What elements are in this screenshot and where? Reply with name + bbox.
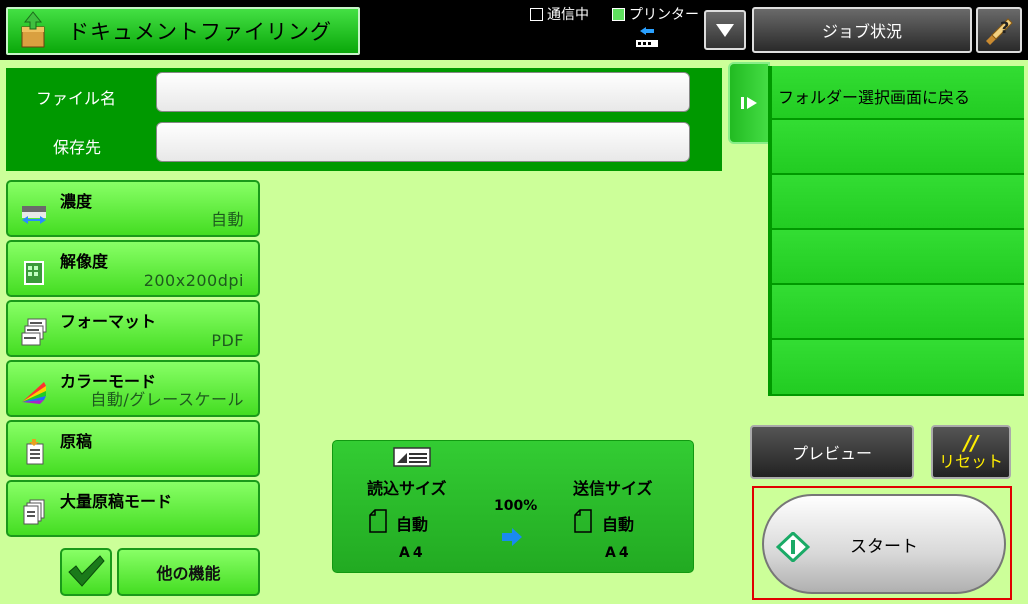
scan-size-label: 読込サイズ bbox=[367, 479, 447, 498]
help-button[interactable]: ? bbox=[976, 7, 1022, 53]
folder-row[interactable] bbox=[772, 340, 1024, 396]
printer-status-indicator bbox=[612, 7, 625, 21]
color-mode-icon bbox=[22, 382, 46, 404]
mass-original-label: 大量原稿モード bbox=[60, 492, 173, 511]
folder-row[interactable] bbox=[772, 175, 1024, 230]
job-status-button[interactable]: ジョブ状況 bbox=[752, 7, 972, 53]
folder-row[interactable] bbox=[772, 120, 1024, 175]
scale-ratio: 100% bbox=[494, 498, 538, 514]
app-title-bar: ドキュメントファイリング bbox=[6, 7, 360, 55]
preview-label: プレビュー bbox=[791, 444, 872, 463]
density-value: 自動 bbox=[210, 210, 244, 229]
triangle-down-icon bbox=[716, 24, 734, 37]
original-icon bbox=[26, 439, 44, 465]
mass-original-button[interactable]: 大量原稿モード bbox=[6, 480, 260, 537]
send-size-value: A4 bbox=[605, 545, 632, 561]
start-highlight-frame: スタート bbox=[752, 486, 1012, 600]
send-size-mode: 自動 bbox=[602, 515, 635, 534]
reset-button[interactable]: // リセット bbox=[931, 425, 1011, 479]
scan-paper-icon bbox=[369, 509, 387, 533]
scan-size-value: A4 bbox=[399, 545, 426, 561]
format-button[interactable]: フォーマット PDF bbox=[6, 300, 260, 357]
size-settings-button[interactable]: 読込サイズ 自動 A4 100% 送信サイズ 自動 A4 bbox=[332, 440, 694, 573]
help-icon: ? bbox=[986, 18, 1013, 45]
back-to-folder-select[interactable]: フォルダー選択画面に戻る bbox=[772, 66, 1024, 120]
send-size-label: 送信サイズ bbox=[573, 479, 653, 498]
original-label: 原稿 bbox=[60, 432, 93, 451]
reset-icon: // bbox=[963, 431, 979, 455]
document-filing-icon bbox=[16, 9, 60, 53]
comm-status-label: 通信中 bbox=[547, 7, 589, 23]
printer-status-label: プリンター bbox=[629, 7, 699, 23]
filename-label: ファイル名 bbox=[36, 89, 117, 108]
folder-panel-toggle[interactable] bbox=[728, 62, 770, 144]
status-dropdown-button[interactable] bbox=[704, 10, 746, 50]
format-label: フォーマット bbox=[60, 312, 157, 331]
density-label: 濃度 bbox=[60, 192, 93, 211]
destination-input[interactable] bbox=[156, 122, 690, 162]
play-icon bbox=[741, 97, 757, 109]
checkmark-icon bbox=[68, 555, 105, 587]
send-paper-icon bbox=[574, 509, 592, 533]
preview-button[interactable]: プレビュー bbox=[750, 425, 914, 479]
comm-status: 通信中 bbox=[530, 4, 589, 24]
color-mode-value: 自動/グレースケール bbox=[90, 390, 244, 409]
resolution-value: 200x200dpi bbox=[143, 271, 244, 290]
start-button[interactable]: スタート bbox=[762, 494, 1006, 594]
resolution-icon bbox=[24, 261, 44, 285]
file-info-panel: ファイル名 保存先 bbox=[6, 68, 722, 171]
back-to-folder-label: フォルダー選択画面に戻る bbox=[778, 88, 971, 107]
svg-text:?: ? bbox=[1000, 18, 1009, 37]
density-button[interactable]: 濃度 自動 bbox=[6, 180, 260, 237]
original-button[interactable]: 原稿 bbox=[6, 420, 260, 477]
confirm-check-button[interactable] bbox=[60, 548, 112, 596]
printer-status: プリンター bbox=[612, 4, 699, 24]
color-mode-button[interactable]: カラーモード 自動/グレースケール bbox=[6, 360, 260, 417]
folder-list: フォルダー選択画面に戻る bbox=[768, 66, 1024, 396]
destination-label: 保存先 bbox=[53, 138, 102, 157]
density-icon bbox=[22, 206, 46, 224]
page-title: ドキュメントファイリング bbox=[68, 20, 332, 44]
folder-row[interactable] bbox=[772, 285, 1024, 340]
job-status-label: ジョブ状況 bbox=[821, 22, 902, 41]
start-icon bbox=[776, 532, 810, 562]
format-icon bbox=[21, 318, 47, 346]
folder-row[interactable] bbox=[772, 230, 1024, 285]
format-value: PDF bbox=[211, 331, 244, 350]
resolution-button[interactable]: 解像度 200x200dpi bbox=[6, 240, 260, 297]
top-bar: ドキュメントファイリング 通信中 プリンター ジョブ状況 ? bbox=[0, 0, 1028, 60]
resolution-label: 解像度 bbox=[60, 252, 109, 271]
network-connection-icon bbox=[632, 26, 662, 54]
start-label: スタート bbox=[850, 536, 918, 557]
filename-input[interactable] bbox=[156, 72, 690, 112]
other-functions-button[interactable]: 他の機能 bbox=[117, 548, 260, 596]
comm-status-indicator bbox=[530, 7, 543, 21]
mass-original-icon bbox=[23, 499, 45, 525]
arrow-right-icon bbox=[502, 528, 522, 546]
reset-label: リセット bbox=[938, 452, 1003, 471]
scanner-icon bbox=[393, 447, 431, 467]
other-functions-label: 他の機能 bbox=[156, 564, 221, 583]
scan-size-mode: 自動 bbox=[396, 515, 429, 534]
